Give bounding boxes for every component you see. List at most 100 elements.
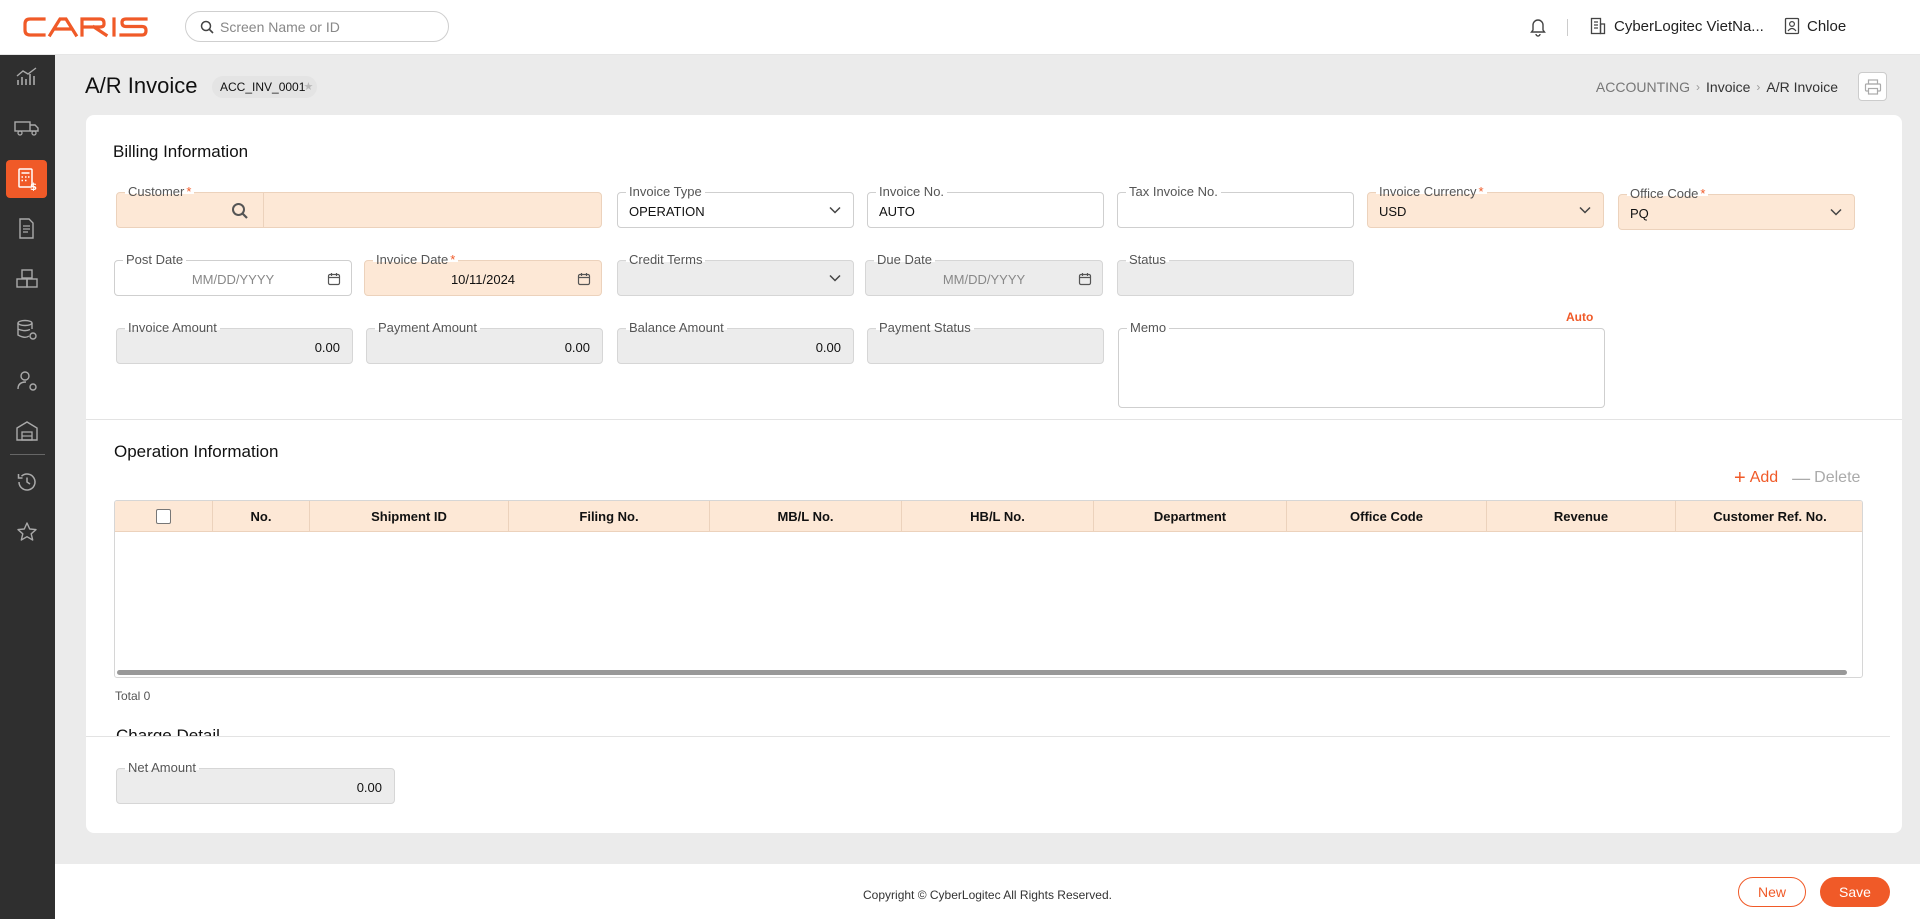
charge-detail-clip: Charge Detail [86, 724, 1902, 736]
tax-invoice-no-field[interactable]: Tax Invoice No. [1117, 184, 1354, 228]
chart-icon [16, 67, 36, 85]
field-label: Payment Status [876, 320, 974, 336]
boxes-icon [15, 269, 38, 288]
sidebar-item-favorites[interactable] [6, 513, 47, 551]
delete-row-button[interactable]: — Delete [1792, 469, 1860, 487]
accounting-calculator-icon: $ [17, 168, 37, 191]
grid-header: No. Shipment ID Filing No. MB/L No. HB/L… [115, 501, 1862, 532]
page-title: A/R Invoice [85, 73, 198, 98]
due-date-field[interactable]: Due Date MM/DD/YYYY [865, 252, 1103, 296]
memo-textarea[interactable]: Memo [1118, 320, 1605, 408]
sidebar-item-history[interactable] [6, 463, 47, 501]
invoice-date-field[interactable]: Invoice Date * 10/11/2024 [364, 252, 602, 296]
warehouse-icon [15, 421, 38, 441]
user-settings-icon [16, 371, 37, 391]
invoice-type-value: OPERATION [629, 204, 705, 219]
net-amount-value: 0.00 [356, 780, 382, 795]
sidebar-item-warehouse[interactable] [6, 412, 47, 450]
column-header[interactable]: Filing No. [509, 501, 710, 532]
invoice-type-select[interactable]: Invoice Type OPERATION [617, 184, 854, 228]
notification-bell-icon[interactable] [1529, 17, 1547, 42]
office-code-select[interactable]: Office Code * PQ [1618, 186, 1855, 230]
field-label: Office Code * [1627, 186, 1709, 202]
post-date-field[interactable]: Post Date MM/DD/YYYY [114, 252, 352, 296]
chevron-down-icon [1830, 208, 1842, 216]
grid-total-count: Total 0 [115, 689, 151, 703]
office-code-value: PQ [1630, 206, 1649, 221]
credit-terms-select[interactable]: Credit Terms [617, 252, 854, 296]
field-label: Invoice Amount [125, 320, 220, 336]
screen-id-badge: ACC_INV_0001 ★ [212, 76, 318, 98]
payment-amount-value: 0.00 [564, 340, 590, 355]
invoice-amount-value: 0.00 [314, 340, 340, 355]
balance-amount-value: 0.00 [815, 340, 841, 355]
chevron-down-icon [1579, 206, 1591, 214]
copyright-text: Copyright © CyberLogitec All Rights Rese… [863, 888, 1112, 902]
customer-field[interactable]: Customer * [116, 184, 602, 228]
column-header[interactable]: No. [213, 501, 310, 532]
sidebar-item-dashboard[interactable] [6, 58, 47, 96]
field-label: Invoice Currency * [1376, 184, 1487, 200]
sidebar-item-inventory[interactable] [6, 260, 47, 298]
select-all-checkbox[interactable] [156, 509, 171, 524]
svg-text:$: $ [30, 182, 37, 191]
due-date-placeholder: MM/DD/YYYY [942, 272, 1026, 287]
calendar-icon[interactable] [1078, 272, 1092, 286]
screen-search[interactable]: Screen Name or ID [185, 11, 449, 42]
field-label: Status [1126, 252, 1169, 268]
breadcrumb-item[interactable]: Invoice [1706, 79, 1750, 95]
breadcrumb-item: A/R Invoice [1766, 79, 1838, 95]
charge-section-title: Charge Detail [116, 726, 220, 736]
field-label: Post Date [123, 252, 187, 268]
search-icon[interactable] [231, 202, 249, 220]
calendar-icon[interactable] [327, 272, 341, 286]
user-badge-icon [1784, 17, 1800, 35]
top-bar: Screen Name or ID CyberLogitec VietNa...… [0, 0, 1920, 55]
column-header[interactable]: Customer Ref. No. [1676, 501, 1862, 532]
star-icon [16, 522, 37, 541]
column-header[interactable]: Department [1094, 501, 1287, 532]
caris-logo[interactable] [22, 13, 162, 46]
column-header[interactable]: MB/L No. [710, 501, 902, 532]
net-amount-field: Net Amount 0.00 [116, 760, 395, 804]
sidebar-item-logistics[interactable] [6, 108, 47, 146]
field-label: Credit Terms [626, 252, 706, 268]
sidebar-item-user-admin[interactable] [6, 362, 47, 400]
field-label: Customer * [125, 184, 195, 200]
column-header[interactable]: Revenue [1487, 501, 1676, 532]
breadcrumb-item[interactable]: ACCOUNTING [1596, 79, 1690, 95]
sidebar-item-master-data[interactable] [6, 311, 47, 349]
column-header[interactable]: Shipment ID [310, 501, 509, 532]
status-field: Status [1117, 252, 1354, 296]
printer-icon [1864, 78, 1881, 95]
field-label: Invoice No. [876, 184, 948, 200]
breadcrumb: ACCOUNTING › Invoice › A/R Invoice [1596, 79, 1838, 95]
sidebar-divider [10, 454, 45, 455]
minus-icon: — [1792, 468, 1811, 488]
chevron-right-icon: › [1756, 80, 1761, 94]
calendar-icon[interactable] [577, 272, 591, 286]
invoice-no-field[interactable]: Invoice No. AUTO [867, 184, 1104, 228]
save-button[interactable]: Save [1820, 877, 1890, 907]
add-row-button[interactable]: + Add [1734, 468, 1778, 488]
invoice-currency-select[interactable]: Invoice Currency * USD [1367, 184, 1604, 228]
sidebar-item-documents[interactable] [6, 210, 47, 248]
horizontal-scrollbar[interactable] [117, 670, 1847, 675]
column-header[interactable]: HB/L No. [902, 501, 1094, 532]
chevron-down-icon [829, 206, 841, 214]
caris-logo-graphic [23, 17, 148, 38]
search-input-placeholder: Screen Name or ID [220, 18, 340, 35]
chevron-down-icon [829, 274, 841, 282]
sidebar-item-accounting[interactable]: $ [6, 160, 47, 198]
column-header[interactable]: Office Code [1287, 501, 1487, 532]
print-button[interactable] [1858, 72, 1887, 101]
field-label: Invoice Type [626, 184, 705, 200]
invoice-amount-field: Invoice Amount 0.00 [116, 320, 353, 364]
screen-id: ACC_INV_0001 [220, 80, 306, 94]
company-selector[interactable]: CyberLogitec VietNa... [1590, 17, 1764, 35]
user-menu[interactable]: Chloe [1784, 17, 1846, 35]
memo-auto-tag[interactable]: Auto [1566, 310, 1593, 324]
field-label: Tax Invoice No. [1126, 184, 1221, 200]
new-button[interactable]: New [1738, 877, 1806, 907]
favorite-star-icon[interactable]: ★ [304, 76, 314, 98]
